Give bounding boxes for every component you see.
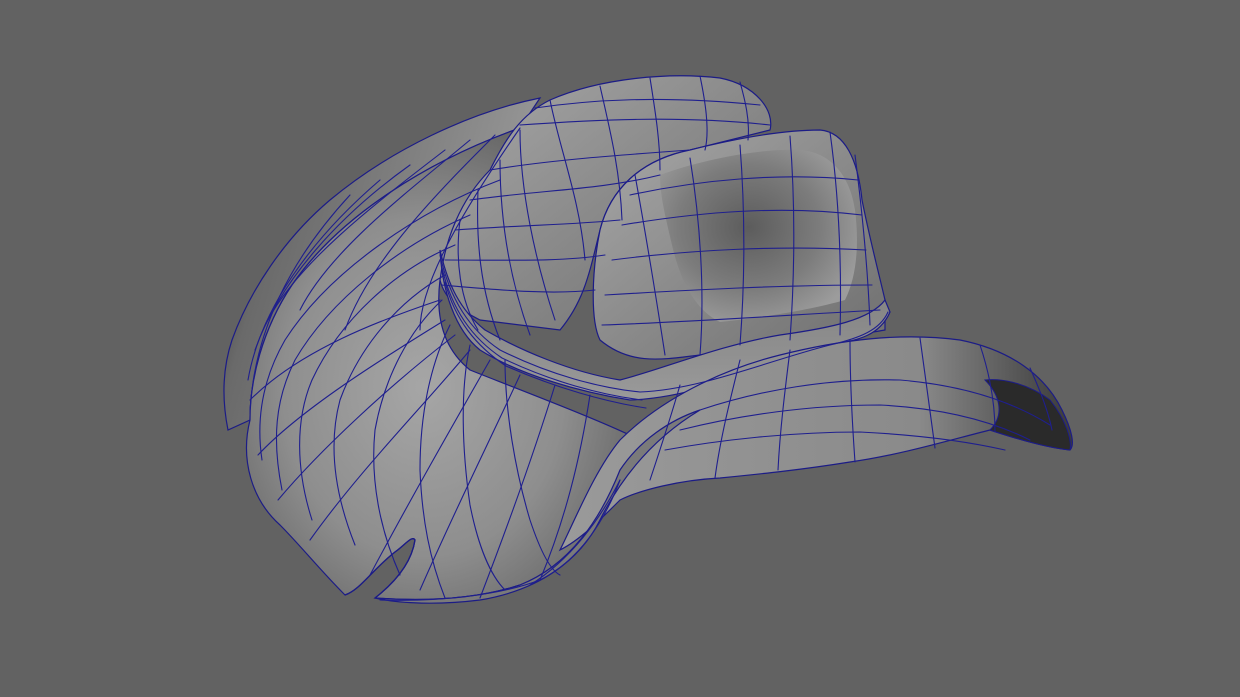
cowboy-hat-mesh-icon[interactable] — [223, 75, 1073, 604]
viewport-canvas[interactable] — [0, 0, 1240, 697]
3d-viewport[interactable] — [0, 0, 1240, 697]
brim-right-surface — [558, 336, 1073, 552]
